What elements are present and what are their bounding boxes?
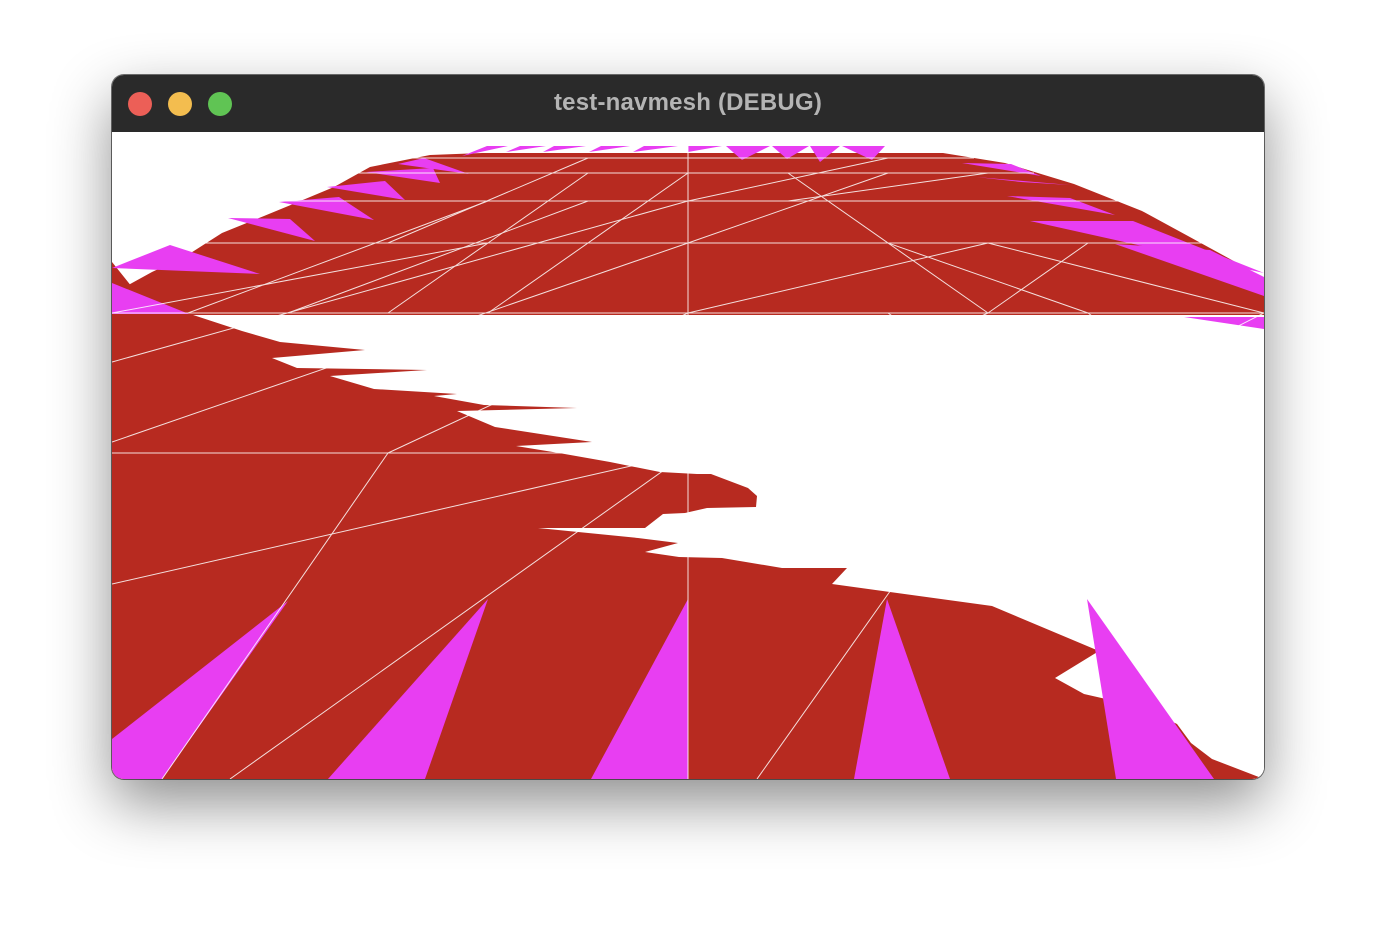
render-viewport[interactable] xyxy=(112,132,1264,779)
app-window: test-navmesh (DEBUG) xyxy=(112,75,1264,779)
navmesh-canvas[interactable] xyxy=(112,132,1264,779)
window-title: test-navmesh (DEBUG) xyxy=(553,89,823,116)
title-bar[interactable]: test-navmesh (DEBUG) xyxy=(112,75,1264,132)
